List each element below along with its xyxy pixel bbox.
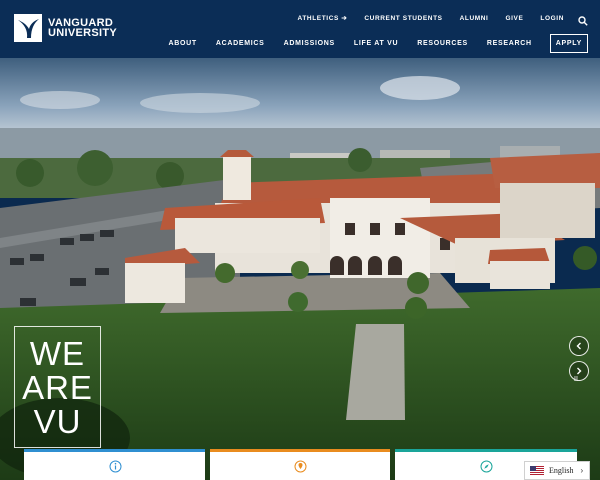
nav-item-academics[interactable]: ACADEMICS — [216, 40, 265, 47]
site-logo[interactable]: VANGUARD UNIVERSITY — [14, 14, 117, 42]
main-nav: ABOUT ACADEMICS ADMISSIONS LIFE AT VU RE… — [149, 34, 588, 53]
quick-link-card-info[interactable] — [24, 449, 205, 480]
us-flag-icon — [530, 466, 544, 475]
hero-banner: WE ARE VU II — [0, 58, 600, 480]
nav-item-admissions[interactable]: ADMISSIONS — [284, 40, 335, 47]
card-accent-bar — [24, 449, 205, 452]
nav-item-life-at-vu[interactable]: LIFE AT VU — [354, 40, 398, 47]
location-pin-icon — [294, 460, 307, 473]
nav-item-resources[interactable]: RESOURCES — [417, 40, 468, 47]
utility-nav: ATHLETICS ➔ CURRENT STUDENTS ALUMNI GIVE… — [281, 13, 588, 26]
search-icon[interactable] — [578, 13, 588, 26]
chevron-right-icon: › — [580, 466, 584, 475]
carousel-next-button[interactable] — [569, 361, 589, 381]
tagline-line-1: WE — [29, 335, 86, 372]
utility-link-give[interactable]: GIVE — [505, 15, 523, 22]
chevron-right-icon — [577, 367, 582, 375]
nav-item-research[interactable]: RESEARCH — [487, 40, 532, 47]
language-label: English — [549, 466, 574, 475]
utility-link-login[interactable]: LOGIN — [540, 15, 564, 22]
compass-icon — [480, 460, 493, 473]
nav-item-about[interactable]: ABOUT — [168, 40, 196, 47]
card-accent-bar — [210, 449, 390, 452]
card-accent-bar — [395, 449, 577, 452]
quick-link-card-location[interactable] — [210, 449, 390, 480]
utility-link-current-students[interactable]: CURRENT STUDENTS — [364, 15, 442, 22]
hero-tagline-box: WE ARE VU — [14, 326, 101, 448]
carousel-prev-button[interactable] — [569, 336, 589, 356]
site-header: VANGUARD UNIVERSITY ATHLETICS ➔ CURRENT … — [0, 0, 600, 58]
chevron-left-icon — [576, 342, 581, 350]
logo-wordmark: VANGUARD UNIVERSITY — [48, 18, 118, 39]
language-selector[interactable]: English › — [524, 461, 590, 480]
tagline-line-2: ARE — [22, 369, 93, 406]
tagline-line-3: VU — [33, 403, 82, 440]
apply-button[interactable]: APPLY — [549, 34, 588, 53]
logo-line-2: UNIVERSITY — [48, 27, 118, 39]
info-icon — [109, 460, 121, 473]
utility-link-alumni[interactable]: ALUMNI — [460, 15, 489, 22]
utility-link-athletics[interactable]: ATHLETICS ➔ — [298, 14, 348, 22]
logo-icon — [14, 14, 42, 42]
